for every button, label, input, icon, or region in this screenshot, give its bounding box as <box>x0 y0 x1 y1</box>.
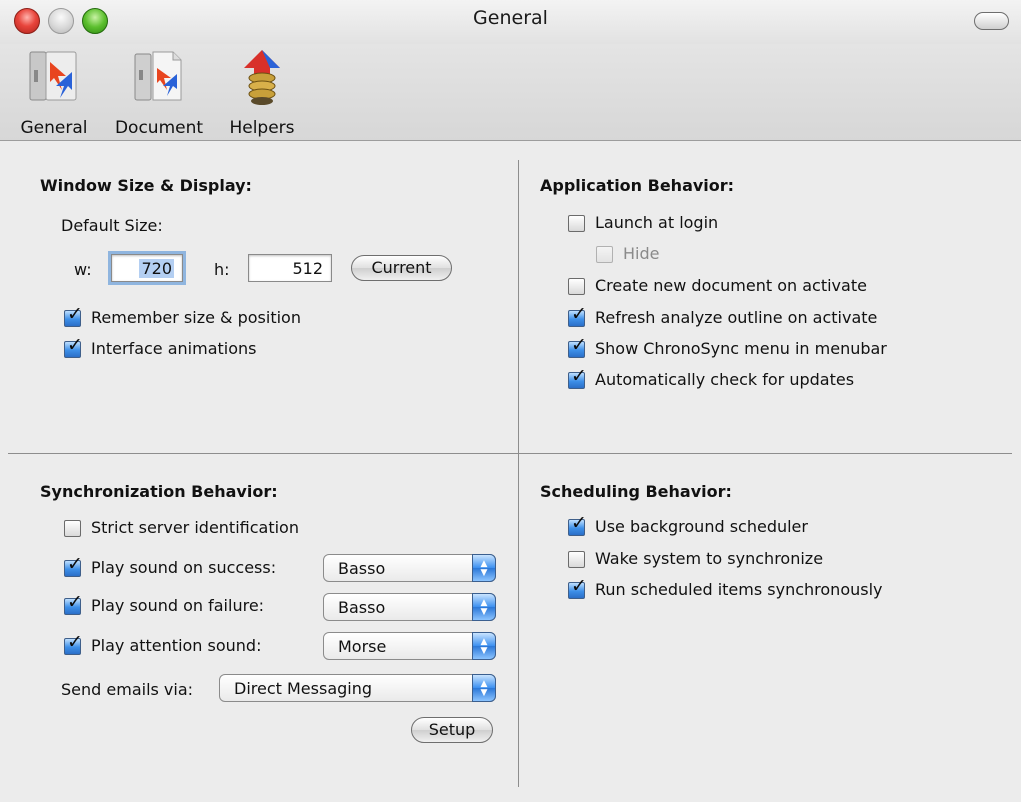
run-synchronously-checkbox[interactable]: ✓ <box>568 577 587 599</box>
popup-arrows-icon: ▲ ▼ <box>472 593 496 621</box>
width-field[interactable]: 720 <box>108 251 186 285</box>
create-new-doc-label: Create new document on activate <box>595 276 867 295</box>
background-scheduler-label: Use background scheduler <box>595 517 808 536</box>
width-label: w: <box>74 260 92 279</box>
checkmark-icon: ✓ <box>571 575 587 597</box>
toolbar-item-label: General <box>20 118 88 138</box>
attention-sound-value: Morse <box>338 637 387 656</box>
attention-sound-label: Play attention sound: <box>91 636 262 655</box>
general-prefs-icon <box>29 51 77 101</box>
section-title-sync-behavior: Synchronization Behavior: <box>40 482 278 501</box>
preferences-content: Window Size & Display: Default Size: w: … <box>8 146 1012 792</box>
toolbar-item-document[interactable]: Document <box>106 48 212 138</box>
section-title-window-size: Window Size & Display: <box>40 176 252 195</box>
strict-server-label: Strict server identification <box>91 518 299 537</box>
sound-failure-popup[interactable]: Basso ▲ ▼ <box>323 593 496 621</box>
show-menu-label: Show ChronoSync menu in menubar <box>595 339 887 358</box>
checkmark-icon: ✓ <box>67 553 83 575</box>
toolbar-item-label: Helpers <box>229 118 295 138</box>
checkmark-icon: ✓ <box>571 303 587 325</box>
checkmark-icon: ✓ <box>67 334 83 356</box>
sound-success-checkbox[interactable]: ✓ <box>64 555 83 577</box>
hide-checkbox <box>596 246 613 263</box>
toolbar-toggle-button[interactable] <box>974 12 1009 30</box>
width-value: 720 <box>139 259 174 278</box>
toolbar-item-general[interactable]: General <box>12 48 96 138</box>
popup-arrows-icon: ▲ ▼ <box>472 632 496 660</box>
hide-label: Hide <box>623 244 660 263</box>
wake-system-label: Wake system to synchronize <box>595 549 824 568</box>
checkmark-icon: ✓ <box>67 303 83 325</box>
toolbar-item-helpers[interactable]: Helpers <box>220 48 304 138</box>
checkmark-icon: ✓ <box>571 512 587 534</box>
section-title-scheduling: Scheduling Behavior: <box>540 482 732 501</box>
checkmark-icon: ✓ <box>67 591 83 613</box>
helpers-icon <box>244 50 280 105</box>
show-menu-checkbox[interactable]: ✓ <box>568 336 587 358</box>
send-emails-value: Direct Messaging <box>234 679 373 698</box>
refresh-outline-checkbox[interactable]: ✓ <box>568 305 587 327</box>
toolbar-item-label: Document <box>114 118 204 138</box>
auto-check-updates-checkbox[interactable]: ✓ <box>568 367 587 389</box>
launch-at-login-checkbox[interactable] <box>568 215 585 232</box>
window-title: General <box>473 7 548 29</box>
send-emails-label: Send emails via: <box>61 680 194 699</box>
remember-size-label: Remember size & position <box>91 308 301 327</box>
strict-server-checkbox[interactable] <box>64 520 81 537</box>
wake-system-checkbox[interactable] <box>568 551 585 568</box>
sound-success-label: Play sound on success: <box>91 558 277 577</box>
popup-arrows-icon: ▲ ▼ <box>472 554 496 582</box>
interface-animations-label: Interface animations <box>91 339 257 358</box>
background-scheduler-checkbox[interactable]: ✓ <box>568 514 587 536</box>
section-title-app-behavior: Application Behavior: <box>540 176 735 195</box>
sound-failure-checkbox[interactable]: ✓ <box>64 593 83 615</box>
attention-sound-popup[interactable]: Morse ▲ ▼ <box>323 632 496 660</box>
send-emails-popup[interactable]: Direct Messaging ▲ ▼ <box>219 674 496 702</box>
checkmark-icon: ✓ <box>571 365 587 387</box>
setup-button[interactable]: Setup <box>411 717 493 743</box>
current-size-button[interactable]: Current <box>351 255 452 281</box>
preferences-window: General General Document Helpers Window … <box>0 0 1021 802</box>
create-new-doc-checkbox[interactable] <box>568 278 585 295</box>
checkmark-icon: ✓ <box>571 334 587 356</box>
interface-animations-checkbox[interactable]: ✓ <box>64 336 83 358</box>
sound-success-popup[interactable]: Basso ▲ ▼ <box>323 554 496 582</box>
sound-failure-label: Play sound on failure: <box>91 596 265 615</box>
title-bar: General <box>0 0 1021 44</box>
sound-success-value: Basso <box>338 559 386 578</box>
launch-at-login-label: Launch at login <box>595 213 719 232</box>
horizontal-divider <box>8 453 1012 454</box>
run-synchronously-label: Run scheduled items synchronously <box>595 580 883 599</box>
vertical-divider <box>518 160 519 787</box>
auto-check-updates-label: Automatically check for updates <box>595 370 855 389</box>
refresh-outline-label: Refresh analyze outline on activate <box>595 308 878 327</box>
checkmark-icon: ✓ <box>67 631 83 653</box>
sound-failure-value: Basso <box>338 598 386 617</box>
default-size-label: Default Size: <box>61 216 163 235</box>
preferences-toolbar: General Document Helpers <box>0 44 1021 141</box>
attention-sound-checkbox[interactable]: ✓ <box>64 633 83 655</box>
document-prefs-icon <box>134 51 182 101</box>
popup-arrows-icon: ▲ ▼ <box>472 674 496 702</box>
height-label: h: <box>214 260 230 279</box>
height-value: 512 <box>292 259 323 278</box>
remember-size-checkbox[interactable]: ✓ <box>64 305 83 327</box>
height-field[interactable]: 512 <box>248 254 332 282</box>
